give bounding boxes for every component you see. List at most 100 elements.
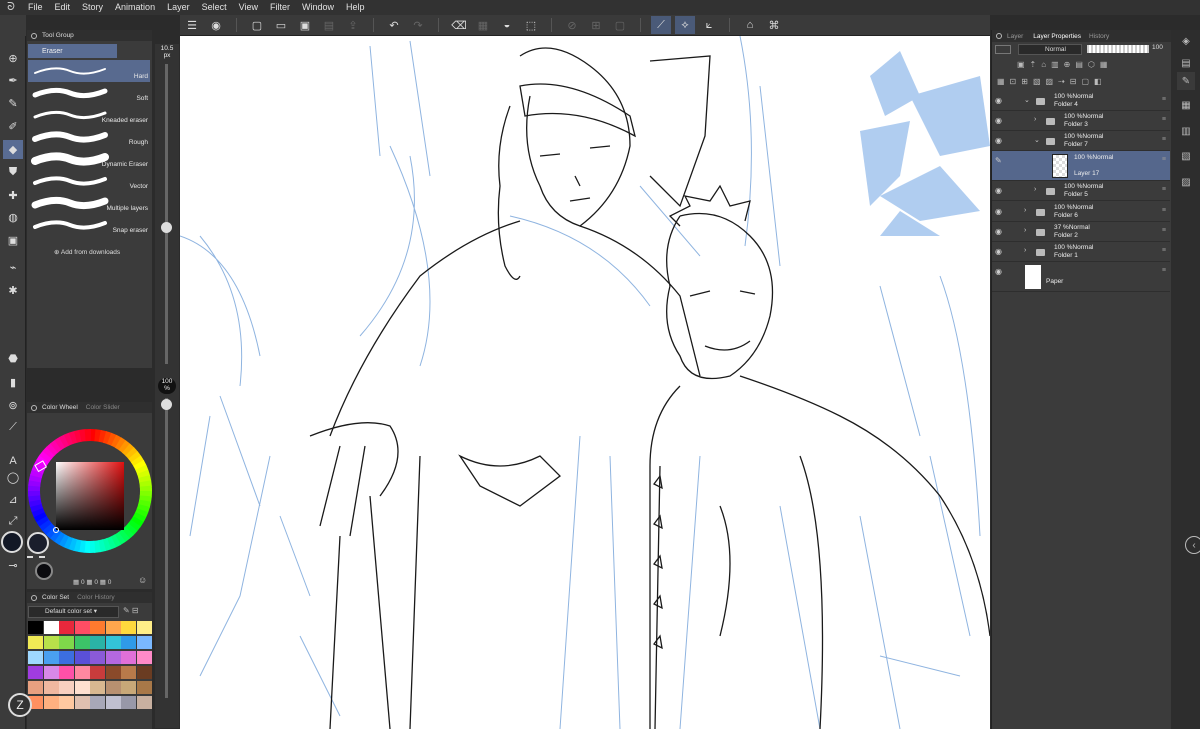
eraser-icon[interactable]: ◆ (3, 140, 23, 159)
color-swatch[interactable] (90, 666, 105, 679)
color-swatch[interactable] (74, 666, 90, 679)
move-icon[interactable]: ⊕ (3, 49, 23, 68)
color-swatch[interactable] (121, 681, 136, 694)
drag-handle-icon[interactable]: ≡ (1162, 96, 1166, 103)
color-swatch[interactable] (90, 621, 105, 634)
color-mode-icon[interactable]: ☺ (138, 575, 147, 585)
search-dock-icon[interactable]: ▨ (1177, 173, 1195, 191)
drag-handle-icon[interactable]: ≡ (1162, 136, 1166, 143)
color-swatch[interactable] (28, 651, 43, 664)
material-dock-icon[interactable]: ▤ (1177, 54, 1195, 72)
open-file-icon[interactable]: ▭ (271, 16, 291, 34)
blend-mode-select[interactable]: Normal (1018, 44, 1082, 55)
layer-toolbar-row1[interactable]: ▣⇡⌂▥⊕▤⬡▦ (1017, 60, 1112, 69)
tab-color-wheel[interactable]: Color Wheel (42, 404, 78, 411)
eye-icon[interactable]: ◉ (995, 186, 1002, 195)
fill-icon[interactable]: ◒ (497, 16, 517, 34)
drawing-canvas[interactable] (180, 36, 990, 729)
eye-icon[interactable]: ◉ (995, 267, 1002, 276)
snap-ruler-icon[interactable]: ⟋ (651, 16, 671, 34)
drag-handle-icon[interactable]: ≡ (1162, 156, 1166, 163)
selection-icon[interactable]: ✱ (3, 281, 23, 300)
drag-handle-icon[interactable]: ≡ (1162, 267, 1166, 274)
subtool-vector[interactable]: Vector (28, 170, 150, 192)
line-icon[interactable]: ⟋ (3, 418, 23, 437)
redo-icon[interactable]: ↷ (408, 16, 428, 34)
ruler-icon[interactable]: ▮ (3, 373, 23, 392)
layer-row[interactable]: ◉ ⌄ 100 %Normal Folder 7 ≡ (992, 131, 1170, 151)
layer-row[interactable]: ◉ › 37 %Normal Folder 2 ≡ (992, 222, 1170, 242)
tab-color-slider[interactable]: Color Slider (86, 404, 120, 411)
menu-file[interactable]: File (22, 0, 49, 15)
color-swatch[interactable] (28, 636, 43, 649)
color-set-settings-icon[interactable]: ✎ ⊟ (123, 606, 139, 615)
companion-icon[interactable]: ⌂ (740, 16, 760, 34)
color-swatch[interactable] (136, 636, 152, 649)
color-swatch[interactable] (43, 636, 59, 649)
frame-icon[interactable]: ⌁ (3, 258, 23, 277)
menu-filter[interactable]: Filter (264, 0, 296, 15)
save-icon[interactable]: ▣ (295, 16, 315, 34)
export-icon[interactable]: ▤ (319, 16, 339, 34)
help-icon[interactable]: ⌘ (764, 16, 784, 34)
collapse-dock-icon[interactable]: ‹ (1185, 536, 1200, 554)
export-dock-icon[interactable]: ▧ (1177, 147, 1195, 165)
color-swatch[interactable] (105, 621, 121, 634)
new-file-icon[interactable]: ▢ (247, 16, 267, 34)
size-knob[interactable] (161, 222, 172, 233)
color-swatch[interactable] (121, 636, 136, 649)
subtool-dynamic-eraser[interactable]: Dynamic Eraser (28, 148, 150, 170)
color-swatch[interactable] (121, 651, 136, 664)
color-picker-icon[interactable]: ⊸ (3, 556, 23, 575)
color-swatch[interactable] (90, 651, 105, 664)
color-swatch[interactable] (74, 651, 90, 664)
menu-window[interactable]: Window (296, 0, 340, 15)
color-swatch[interactable] (136, 681, 152, 694)
color-swatch[interactable] (74, 636, 90, 649)
color-swatch[interactable] (136, 666, 152, 679)
color-swatch[interactable] (43, 621, 59, 634)
layer-row[interactable]: ◉ ⌄ 100 %Normal Folder 4 ≡ (992, 91, 1170, 111)
chevron-right-icon[interactable]: › (1034, 186, 1036, 193)
brush-icon[interactable]: ✐ (3, 117, 23, 136)
layer-row[interactable]: ◉ › 100 %Normal Folder 5 ≡ (992, 181, 1170, 201)
color-swatch[interactable] (43, 696, 59, 709)
color-swatch[interactable] (90, 636, 105, 649)
balloon-icon[interactable]: ◯ (3, 468, 23, 487)
gradient-icon[interactable]: ▣ (3, 231, 23, 250)
color-swatch[interactable] (28, 666, 43, 679)
color-swatch[interactable] (136, 621, 152, 634)
menu-view[interactable]: View (233, 0, 264, 15)
color-swatch[interactable] (121, 696, 136, 709)
color-swatch[interactable] (43, 651, 59, 664)
color-swatch[interactable] (28, 681, 43, 694)
layer-row[interactable]: ✎ 100 %Normal Layer 17 ≡ (992, 151, 1170, 181)
selection-icon[interactable]: ▢ (610, 16, 630, 34)
color-swatch[interactable] (28, 621, 43, 634)
sketch-artwork[interactable] (180, 36, 990, 729)
color-swatch[interactable] (74, 621, 90, 634)
chevron-right-icon[interactable]: › (1034, 116, 1036, 123)
color-swatch[interactable] (136, 651, 152, 664)
color-swatch[interactable] (90, 681, 105, 694)
eye-icon[interactable]: ◉ (995, 227, 1002, 236)
subtool-soft[interactable]: Soft (28, 82, 150, 104)
subtool-snap-eraser[interactable]: Snap eraser (28, 214, 150, 236)
eye-icon[interactable]: ◉ (995, 207, 1002, 216)
color-swatch[interactable] (121, 621, 136, 634)
auto-select-icon[interactable]: ⬣ (3, 349, 23, 368)
menu-edit[interactable]: Edit (49, 0, 77, 15)
layer-row[interactable]: ◉ › 100 %Normal Folder 1 ≡ (992, 242, 1170, 262)
tab-layer-properties[interactable]: Layer Properties (1033, 33, 1081, 40)
invert-selection-icon[interactable]: ⊞ (586, 16, 606, 34)
add-from-downloads-button[interactable]: ⊕ Add from downloads (54, 248, 120, 256)
opacity-knob[interactable] (161, 399, 172, 410)
eye-icon[interactable]: ◉ (995, 136, 1002, 145)
color-swatch[interactable] (105, 666, 121, 679)
snap-special-ruler-icon[interactable]: ⟡ (675, 16, 695, 34)
color-swatch[interactable] (90, 696, 105, 709)
tab-color-set[interactable]: Color Set (42, 594, 69, 601)
color-set-select[interactable]: Default color set ▾ (28, 606, 119, 618)
color-swatch[interactable] (121, 666, 136, 679)
eyedropper-icon[interactable]: ⊚ (3, 396, 23, 415)
